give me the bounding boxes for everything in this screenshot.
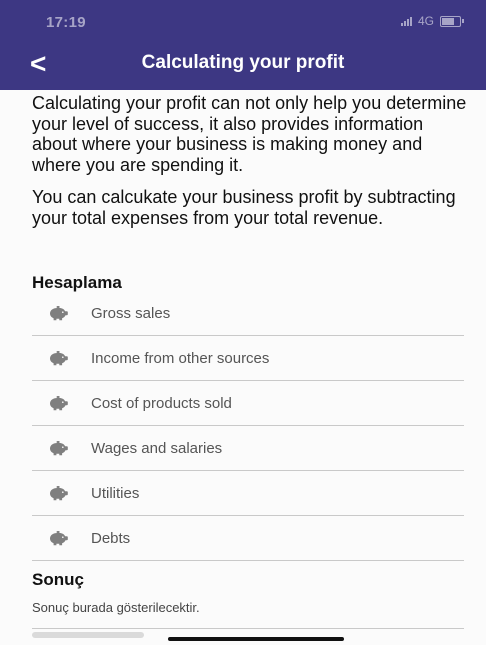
status-icons: 4G: [400, 14, 464, 28]
home-indicator: [168, 637, 344, 641]
list-item-utilities[interactable]: Utilities: [32, 471, 464, 516]
list-item-wages-and-salaries[interactable]: Wages and salaries: [32, 426, 464, 471]
result-text: Sonuç burada gösterilecektir.: [32, 600, 200, 615]
status-bar: 17:19 4G: [0, 0, 486, 42]
piggy-bank-icon: [50, 351, 68, 366]
list-item-gross-sales[interactable]: Gross sales: [32, 291, 464, 336]
piggy-bank-icon: [50, 531, 68, 546]
page-title: Calculating your profit: [141, 52, 345, 73]
calculation-list: Gross sales Income from other sources Co…: [32, 291, 464, 561]
status-time: 17:19: [46, 14, 86, 31]
piggy-bank-icon: [50, 486, 68, 501]
list-item-income-from-other-sources[interactable]: Income from other sources: [32, 336, 464, 381]
calculation-section-title: Hesaplama: [32, 273, 122, 292]
list-item-debts[interactable]: Debts: [32, 516, 464, 561]
list-item-label: Income from other sources: [91, 349, 270, 367]
battery-tip-icon: [462, 19, 464, 23]
piggy-bank-icon: [50, 441, 68, 456]
result-placeholder: [32, 632, 144, 638]
intro-paragraph: Calculating your profit can not only hel…: [32, 93, 467, 175]
list-item-label: Cost of products sold: [91, 394, 232, 412]
piggy-bank-icon: [50, 396, 68, 411]
battery-icon: [440, 15, 461, 27]
list-item-label: Debts: [91, 529, 131, 547]
network-label: 4G: [417, 14, 434, 28]
list-item-label: Wages and salaries: [91, 439, 223, 457]
list-item-label: Gross sales: [91, 304, 171, 322]
formula-paragraph: You can calcukate your business profit b…: [32, 187, 456, 228]
list-item-label: Utilities: [91, 484, 140, 502]
top-bar: 17:19 4G < Calculating your profit: [0, 0, 486, 90]
result-divider: [32, 628, 464, 629]
piggy-bank-icon: [50, 306, 68, 321]
signal-icon: [400, 16, 412, 26]
list-item-cost-of-products-sold[interactable]: Cost of products sold: [32, 381, 464, 426]
result-section-title: Sonuç: [32, 570, 84, 589]
navigation-bar: < Calculating your profit: [0, 42, 486, 90]
intro-content: Calculating your profit can not only hel…: [32, 93, 472, 228]
